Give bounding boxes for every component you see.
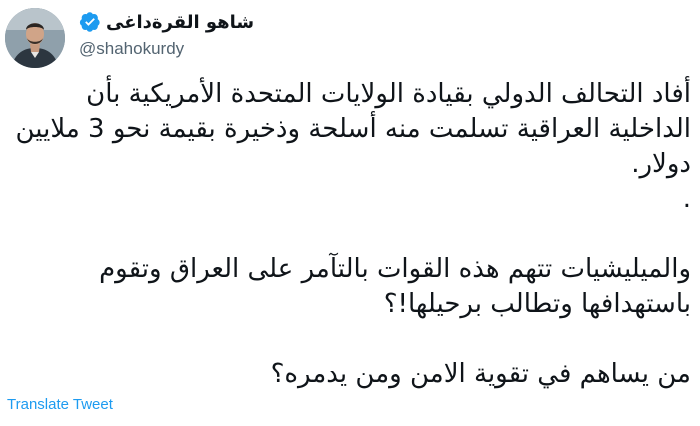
tweet-paragraph: أفاد التحالف الدولي بقيادة الولايات المت… (15, 79, 691, 179)
translate-tweet-link[interactable]: Translate Tweet (7, 396, 113, 413)
author-handle[interactable]: @shahokurdy (79, 39, 184, 59)
tweet-paragraph: . (682, 184, 691, 214)
author-display-name[interactable]: شاهو القرةداغی (106, 12, 254, 33)
avatar[interactable] (5, 8, 65, 68)
avatar-photo (5, 8, 65, 68)
tweet-body: أفاد التحالف الدولي بقيادة الولايات المت… (0, 77, 691, 392)
verified-badge-icon (79, 11, 101, 33)
tweet-header: شاهو القرةداغی @shahokurdy (5, 7, 700, 69)
tweet-paragraph: من يساهم في تقوية الامن ومن يدمره؟ (270, 359, 691, 389)
tweet-paragraph: والميليشيات تتهم هذه القوات بالتآمر على … (99, 254, 691, 319)
author-name-row[interactable]: شاهو القرةداغی (79, 9, 254, 35)
